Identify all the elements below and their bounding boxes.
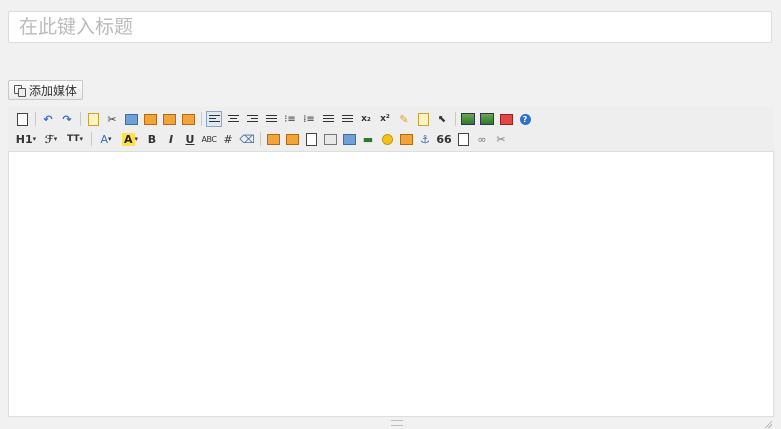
align-left-icon[interactable]: [206, 111, 222, 127]
toolbar-row-1: ↶ ↷ ✂ ⁝≡ ⁞≡ x₂ x² ✎ ⬉ ?: [14, 110, 536, 128]
link-icon[interactable]: ∞: [474, 131, 490, 147]
toolbar-separator: [455, 112, 456, 126]
outdent-icon[interactable]: [339, 111, 355, 127]
align-right-icon[interactable]: [244, 111, 260, 127]
select-icon[interactable]: ⬉: [434, 111, 450, 127]
hash-button[interactable]: #: [220, 131, 236, 147]
bold-label: B: [147, 132, 157, 146]
anchor-icon[interactable]: ⚓: [417, 131, 433, 147]
hash-label: #: [223, 132, 233, 146]
post-title-field[interactable]: [8, 11, 772, 43]
undo-icon[interactable]: ↶: [40, 111, 56, 127]
add-media-button[interactable]: 添加媒体: [8, 80, 84, 100]
post-title-input[interactable]: [9, 12, 771, 42]
paste-word-icon[interactable]: [14, 111, 30, 127]
link-image-icon[interactable]: [303, 131, 319, 147]
font-size-dropdown[interactable]: TT ▾: [64, 131, 86, 147]
strikethrough-label: ABC: [201, 134, 217, 144]
page-break-icon[interactable]: [455, 131, 471, 147]
cut-icon[interactable]: ✂: [104, 111, 120, 127]
align-center-icon[interactable]: [225, 111, 241, 127]
underline-button[interactable]: U: [182, 131, 198, 147]
subscript-icon[interactable]: x₂: [358, 111, 374, 127]
paste-text-icon[interactable]: [161, 111, 177, 127]
editor-toolbar: ↶ ↷ ✂ ⁝≡ ⁞≡ x₂ x² ✎ ⬉ ? H1 ▾ ℱ ▾ TT ▾ A …: [8, 107, 774, 151]
paste-from-word-icon[interactable]: [180, 111, 196, 127]
superscript-icon[interactable]: x²: [377, 111, 393, 127]
insert-column-icon[interactable]: [284, 131, 300, 147]
toolbar-separator: [35, 112, 36, 126]
background-color-label: A: [121, 132, 135, 146]
insert-row-icon[interactable]: [265, 131, 281, 147]
add-media-label: 添加媒体: [29, 83, 78, 98]
resize-grip-icon[interactable]: [391, 420, 403, 426]
resize-handle-icon[interactable]: [764, 420, 772, 428]
fullscreen-icon[interactable]: [498, 111, 514, 127]
unlink-icon[interactable]: ✂: [493, 131, 509, 147]
spellcheck-icon[interactable]: [415, 111, 431, 127]
table-icon[interactable]: [341, 131, 357, 147]
blockquote-button[interactable]: 66: [436, 131, 452, 147]
font-family-label: ℱ: [44, 132, 54, 146]
code-icon[interactable]: [398, 131, 414, 147]
toolbar-separator: [260, 132, 261, 146]
media-icon: [13, 84, 26, 97]
blockquote-label: 66: [436, 132, 452, 146]
content-editor[interactable]: [8, 151, 774, 417]
help-icon[interactable]: ?: [517, 111, 533, 127]
image-manager-icon[interactable]: [479, 111, 495, 127]
italic-button[interactable]: I: [163, 131, 179, 147]
ordered-list-icon[interactable]: ⁝≡: [282, 111, 298, 127]
font-family-dropdown[interactable]: ℱ ▾: [41, 131, 61, 147]
underline-label: U: [185, 132, 195, 146]
heading-dropdown[interactable]: H1 ▾: [14, 131, 38, 147]
video-icon[interactable]: [322, 131, 338, 147]
editor-statusbar: [8, 417, 774, 429]
image-icon[interactable]: [460, 111, 476, 127]
font-size-label: TT: [66, 134, 80, 144]
italic-label: I: [168, 132, 174, 146]
toolbar-separator: [201, 112, 202, 126]
clean-icon[interactable]: ✎: [396, 111, 412, 127]
background-color-button[interactable]: A ▾: [119, 131, 141, 147]
toolbar-row-2: H1 ▾ ℱ ▾ TT ▾ A ▾ A ▾ B I U ABC # ⌫ ▬ ⚓ 66 ∞: [14, 130, 512, 148]
bold-button[interactable]: B: [144, 131, 160, 147]
toolbar-separator: [80, 112, 81, 126]
paste-icon[interactable]: [142, 111, 158, 127]
indent-icon[interactable]: [320, 111, 336, 127]
font-color-label: A: [100, 132, 108, 146]
template-icon[interactable]: [85, 111, 101, 127]
bullet-list-icon[interactable]: ⁞≡: [301, 111, 317, 127]
toolbar-separator: [91, 132, 92, 146]
copy-icon[interactable]: [123, 111, 139, 127]
font-color-button[interactable]: A ▾: [96, 131, 116, 147]
redo-icon[interactable]: ↷: [59, 111, 75, 127]
justify-icon[interactable]: [263, 111, 279, 127]
eraser-icon[interactable]: ⌫: [239, 131, 255, 147]
horizontal-rule-icon[interactable]: ▬: [360, 131, 376, 147]
strikethrough-button[interactable]: ABC: [201, 131, 217, 147]
emoticon-icon[interactable]: [379, 131, 395, 147]
heading-label: H1: [15, 132, 33, 146]
